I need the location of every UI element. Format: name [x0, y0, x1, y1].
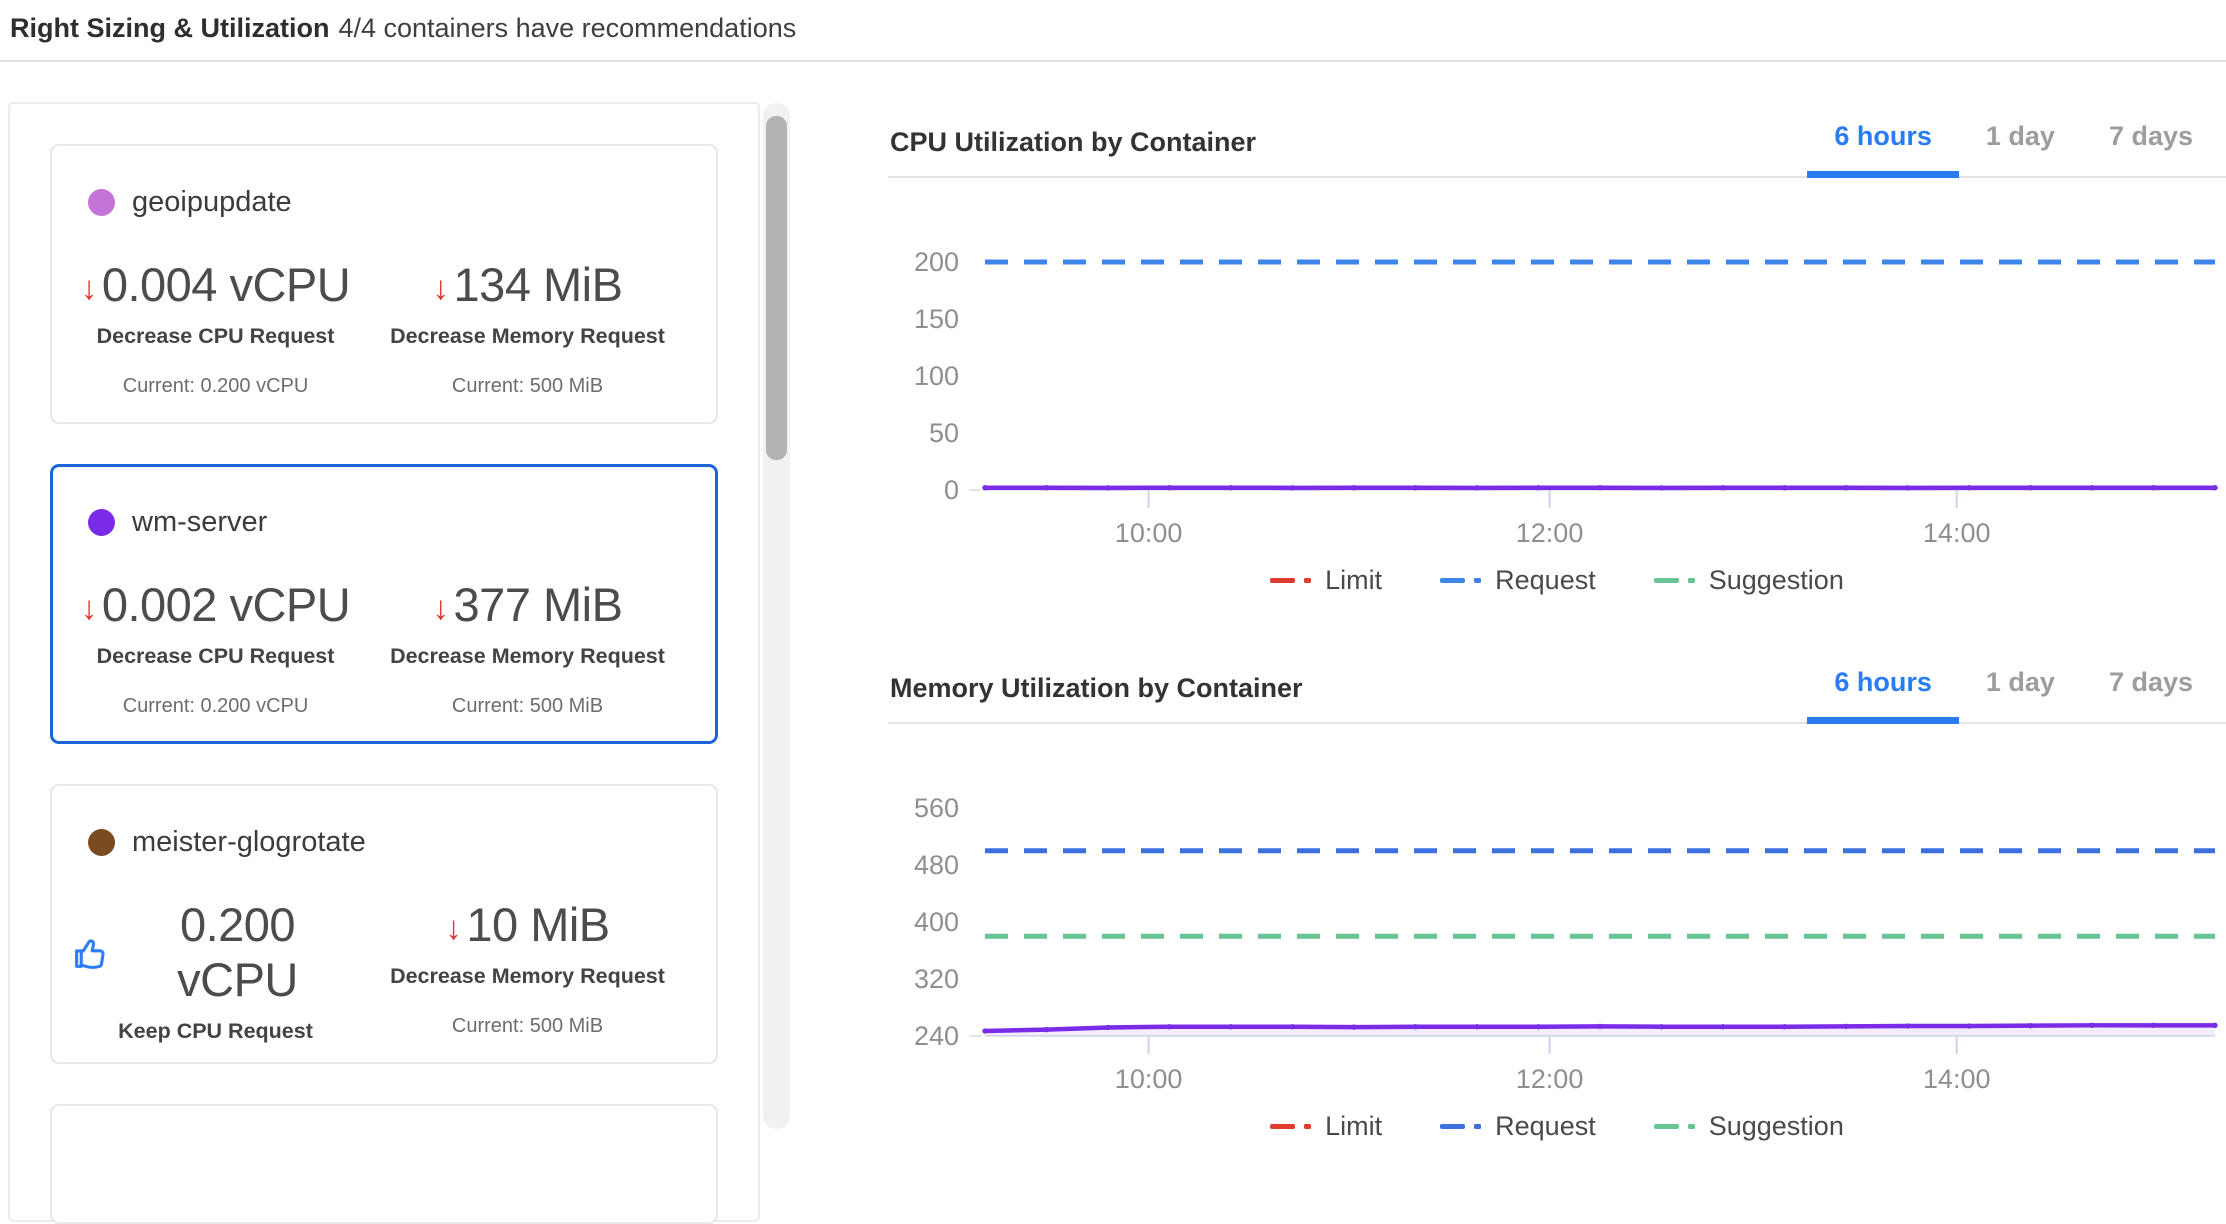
scrollbar-thumb[interactable]: [766, 116, 787, 460]
memory-current-value: Current: 500 MiB: [359, 1015, 696, 1038]
tab-7-days[interactable]: 7 days: [2082, 102, 2220, 178]
cpu-utilization-chart-section: CPU Utilization by Container 6 hours 1 d…: [888, 100, 2226, 600]
scrollbar-track[interactable]: [763, 103, 790, 1129]
memory-current-value: Current: 500 MiB: [359, 375, 696, 398]
cpu-current-value: Current: 0.200 vCPU: [72, 375, 359, 398]
charts-column: CPU Utilization by Container 6 hours 1 d…: [888, 100, 2226, 1146]
memory-recommendation-value: 377 MiB: [454, 577, 623, 632]
memory-action-label: Decrease Memory Request: [359, 964, 696, 989]
chart-legend: Limit Request Suggestion: [888, 560, 2226, 600]
container-color-dot: [88, 509, 115, 536]
legend-label: Limit: [1325, 1111, 1382, 1142]
arrow-down-icon: ↓: [433, 269, 449, 307]
arrow-down-icon: ↓: [81, 589, 97, 627]
page-subtitle: 4/4 containers have recommendations: [338, 13, 796, 43]
arrow-down-icon: ↓: [445, 909, 461, 947]
memory-current-value: Current: 500 MiB: [359, 695, 696, 718]
tab-6-hours[interactable]: 6 hours: [1807, 102, 1959, 178]
cpu-recommendation-value: 0.002 vCPU: [102, 577, 350, 632]
time-range-tabs: 6 hours 1 day 7 days: [1807, 102, 2220, 178]
request-line-swatch: [1440, 578, 1465, 583]
container-name: geoipupdate: [132, 186, 292, 219]
limit-line-swatch: [1270, 1124, 1295, 1129]
time-range-tabs: 6 hours 1 day 7 days: [1807, 648, 2220, 724]
container-card-wm-server[interactable]: wm-server ↓0.002 vCPU Decrease CPU Reque…: [50, 464, 718, 744]
tab-7-days[interactable]: 7 days: [2082, 648, 2220, 724]
memory-recommendation-value: 134 MiB: [454, 257, 623, 312]
container-name: wm-server: [132, 506, 267, 539]
chart-header: CPU Utilization by Container 6 hours 1 d…: [888, 100, 2226, 178]
svg-text:12:00: 12:00: [1516, 1064, 1584, 1094]
container-card-geoipupdate[interactable]: geoipupdate ↓0.004 vCPU Decrease CPU Req…: [50, 144, 718, 424]
arrow-down-icon: ↓: [81, 269, 97, 307]
container-color-dot: [88, 189, 115, 216]
chart-legend: Limit Request Suggestion: [888, 1106, 2226, 1146]
cpu-chart-plot[interactable]: 0 50 100 150 200 10:00 12:00 14:00: [888, 178, 2226, 558]
cpu-current-value: Current: 0.200 vCPU: [72, 695, 359, 718]
container-name: meister-glogrotate: [132, 826, 366, 859]
legend-label: Request: [1495, 565, 1596, 596]
legend-item-request[interactable]: Request: [1440, 1111, 1596, 1142]
arrow-down-icon: ↓: [433, 589, 449, 627]
svg-text:240: 240: [914, 1021, 959, 1051]
cpu-action-label: Decrease CPU Request: [72, 644, 359, 669]
svg-text:320: 320: [914, 964, 959, 994]
legend-label: Suggestion: [1709, 565, 1844, 596]
legend-item-suggestion[interactable]: Suggestion: [1654, 1111, 1844, 1142]
memory-recommendation-value: 10 MiB: [466, 897, 609, 952]
tab-6-hours[interactable]: 6 hours: [1807, 648, 1959, 724]
page-title: Right Sizing & Utilization: [10, 13, 329, 43]
chart-title: Memory Utilization by Container: [890, 673, 1303, 704]
chart-header: Memory Utilization by Container 6 hours …: [888, 646, 2226, 724]
limit-line-swatch: [1270, 578, 1295, 583]
cpu-recommendation-value: 0.004 vCPU: [102, 257, 350, 312]
tab-1-day[interactable]: 1 day: [1959, 102, 2082, 178]
svg-text:150: 150: [914, 304, 959, 334]
suggestion-line-swatch: [1654, 578, 1679, 583]
svg-text:10:00: 10:00: [1115, 518, 1183, 548]
memory-action-label: Decrease Memory Request: [359, 324, 696, 349]
svg-text:480: 480: [914, 850, 959, 880]
svg-text:400: 400: [914, 907, 959, 937]
container-color-dot: [88, 829, 115, 856]
legend-label: Suggestion: [1709, 1111, 1844, 1142]
memory-action-label: Decrease Memory Request: [359, 644, 696, 669]
legend-item-limit[interactable]: Limit: [1270, 565, 1382, 596]
legend-label: Limit: [1325, 565, 1382, 596]
cpu-action-label: Keep CPU Request: [72, 1019, 359, 1044]
svg-text:14:00: 14:00: [1923, 518, 1991, 548]
legend-item-request[interactable]: Request: [1440, 565, 1596, 596]
cpu-action-label: Decrease CPU Request: [72, 324, 359, 349]
thumbs-up-icon: [72, 934, 109, 971]
container-list-panel: geoipupdate ↓0.004 vCPU Decrease CPU Req…: [8, 102, 760, 1222]
container-card-partial[interactable]: [50, 1104, 718, 1224]
chart-title: CPU Utilization by Container: [890, 127, 1256, 158]
request-line-swatch: [1440, 1124, 1465, 1129]
svg-text:0: 0: [944, 475, 959, 505]
memory-utilization-chart-section: Memory Utilization by Container 6 hours …: [888, 646, 2226, 1146]
container-card-meister-glogrotate[interactable]: meister-glogrotate 0.200 vCPU Keep CPU R…: [50, 784, 718, 1064]
svg-text:560: 560: [914, 793, 959, 823]
legend-label: Request: [1495, 1111, 1596, 1142]
tab-1-day[interactable]: 1 day: [1959, 648, 2082, 724]
svg-text:100: 100: [914, 361, 959, 391]
page-header: Right Sizing & Utilization 4/4 containers…: [0, 0, 2226, 62]
memory-chart-plot[interactable]: 240 320 400 480 560 10:00 12:00 14:00: [888, 724, 2226, 1104]
legend-item-suggestion[interactable]: Suggestion: [1654, 565, 1844, 596]
legend-item-limit[interactable]: Limit: [1270, 1111, 1382, 1142]
cpu-recommendation-value: 0.200 vCPU: [116, 897, 359, 1007]
svg-text:12:00: 12:00: [1516, 518, 1584, 548]
svg-text:200: 200: [914, 247, 959, 277]
suggestion-line-swatch: [1654, 1124, 1679, 1129]
svg-text:50: 50: [929, 418, 959, 448]
svg-text:10:00: 10:00: [1115, 1064, 1183, 1094]
svg-text:14:00: 14:00: [1923, 1064, 1991, 1094]
